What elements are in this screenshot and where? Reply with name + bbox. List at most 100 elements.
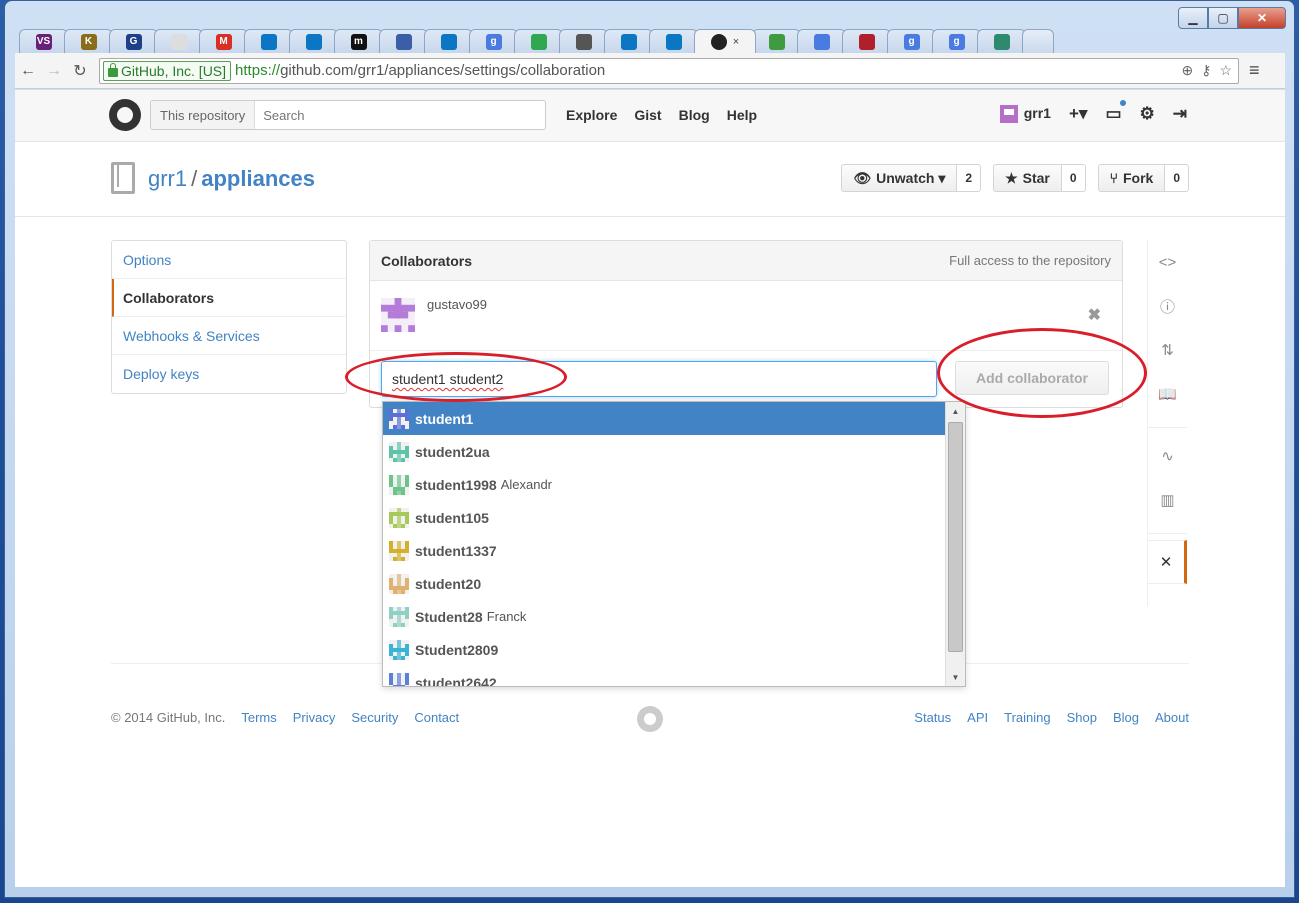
settings-menu-item-webhooks-services[interactable]: Webhooks & Services <box>112 317 346 355</box>
unwatch-button[interactable]: 👁 Unwatch ▾ <box>841 164 958 192</box>
repo-separator: / <box>191 166 198 191</box>
suggestion-item[interactable]: student2642 <box>383 666 945 686</box>
add-collaborator-button[interactable]: Add collaborator <box>955 361 1109 395</box>
footer-training[interactable]: Training <box>1004 710 1050 725</box>
settings-menu-item-options[interactable]: Options <box>112 241 346 279</box>
nav-blog[interactable]: Blog <box>679 107 710 123</box>
footer-terms[interactable]: Terms <box>241 710 276 725</box>
browser-tab[interactable]: g <box>469 29 518 53</box>
footer-about[interactable]: About <box>1155 710 1189 725</box>
star-button[interactable]: ★ Star <box>993 164 1062 192</box>
pulse-icon[interactable]: ∿ <box>1148 434 1187 478</box>
scroll-up-icon[interactable]: ▲ <box>946 402 965 420</box>
search-input[interactable] <box>255 107 516 123</box>
site-search[interactable]: This repository <box>150 100 546 130</box>
browser-tab[interactable] <box>842 29 891 53</box>
scroll-down-icon[interactable]: ▼ <box>946 668 965 686</box>
suggestion-item[interactable]: student105 <box>383 501 945 534</box>
footer-blog[interactable]: Blog <box>1113 710 1139 725</box>
suggestion-item[interactable]: student1998 Alexandr <box>383 468 945 501</box>
code-icon[interactable]: <> <box>1148 240 1187 284</box>
dropdown-scrollbar[interactable]: ▲ ▼ <box>945 402 965 686</box>
repo-name-link[interactable]: appliances <box>201 166 315 191</box>
settings-menu-item-collaborators[interactable]: Collaborators <box>112 279 346 317</box>
back-icon[interactable]: ← <box>15 62 41 80</box>
suggestion-item[interactable]: student1337 <box>383 534 945 567</box>
page-icon <box>170 33 187 50</box>
footer-privacy[interactable]: Privacy <box>293 710 336 725</box>
forks-count[interactable]: 0 <box>1165 164 1189 192</box>
address-bar[interactable]: GitHub, Inc. [US] https:// github.com/gr… <box>99 57 1239 84</box>
issues-icon[interactable]: ⓘ <box>1148 284 1187 328</box>
footer-status[interactable]: Status <box>914 710 951 725</box>
sign-out-icon[interactable]: ⇥ <box>1173 104 1187 124</box>
gear-icon[interactable]: ⚙ <box>1140 104 1155 124</box>
bookmark-star-icon[interactable]: ☆ <box>1219 62 1232 79</box>
browser-tab[interactable] <box>154 29 203 53</box>
browser-tab[interactable]: g <box>887 29 936 53</box>
dell-icon <box>260 33 277 50</box>
browser-tab[interactable]: g <box>932 29 981 53</box>
browser-tab[interactable] <box>752 29 801 53</box>
suggestion-item[interactable]: Student28 Franck <box>383 600 945 633</box>
notifications-icon[interactable]: ▭ <box>1105 98 1128 124</box>
browser-tab[interactable] <box>289 29 338 53</box>
nav-gist[interactable]: Gist <box>634 107 661 123</box>
browser-tab[interactable] <box>977 29 1026 53</box>
browser-tab[interactable] <box>604 29 653 53</box>
nav-help[interactable]: Help <box>727 107 757 123</box>
suggestion-item[interactable]: student20 <box>383 567 945 600</box>
github-page: This repository Explore Gist Blog Help g… <box>15 90 1285 887</box>
collaborator-name[interactable]: gustavo99 <box>427 297 487 312</box>
footer-shop[interactable]: Shop <box>1067 710 1097 725</box>
reload-icon[interactable]: ↻ <box>67 61 93 81</box>
avatar <box>389 672 409 686</box>
browser-tab[interactable] <box>649 29 698 53</box>
browser-tab-active[interactable]: × <box>694 29 756 53</box>
footer-octocat-icon[interactable] <box>637 706 663 732</box>
browser-tab[interactable]: M <box>199 29 248 53</box>
pull-requests-icon[interactable]: ⇅ <box>1148 328 1187 372</box>
key-icon[interactable]: ⚷ <box>1201 62 1211 79</box>
browser-tab[interactable] <box>244 29 293 53</box>
remove-collaborator-icon[interactable]: ✖ <box>1088 305 1101 325</box>
browser-tab[interactable]: VS <box>19 29 68 53</box>
repo-owner-link[interactable]: grr1 <box>148 166 187 191</box>
scroll-thumb[interactable] <box>948 422 963 652</box>
browser-tab[interactable]: K <box>64 29 113 53</box>
browser-tab[interactable]: G <box>109 29 158 53</box>
watchers-count[interactable]: 2 <box>957 164 982 192</box>
collaborator-search-input[interactable]: student1 student2 <box>381 361 937 397</box>
settings-tools-icon[interactable]: ✕ <box>1148 540 1187 584</box>
browser-tab[interactable] <box>797 29 846 53</box>
close-tab-icon[interactable]: × <box>733 36 739 48</box>
fork-button[interactable]: ⑂ Fork <box>1097 164 1166 192</box>
browser-tab[interactable] <box>514 29 563 53</box>
suggestion-item[interactable]: student1 <box>383 402 945 435</box>
nav-explore[interactable]: Explore <box>566 107 617 123</box>
footer-security[interactable]: Security <box>351 710 398 725</box>
footer-contact[interactable]: Contact <box>414 710 459 725</box>
suggestion-item[interactable]: Student2809 <box>383 633 945 666</box>
browser-tab[interactable]: m <box>334 29 383 53</box>
new-tab-button[interactable] <box>1022 29 1054 53</box>
footer-api[interactable]: API <box>967 710 988 725</box>
settings-menu-item-deploy-keys[interactable]: Deploy keys <box>112 355 346 393</box>
browser-tab[interactable] <box>424 29 473 53</box>
user-profile-link[interactable]: grr1 <box>999 105 1051 124</box>
close-window-button[interactable]: ✕ <box>1238 7 1286 29</box>
create-new-icon[interactable]: +▾ <box>1069 104 1087 124</box>
forward-icon[interactable]: → <box>41 62 67 80</box>
suggestion-item[interactable]: student2ua <box>383 435 945 468</box>
browser-tab[interactable] <box>559 29 608 53</box>
wiki-icon[interactable]: 📖 <box>1148 372 1187 416</box>
ev-certificate-badge[interactable]: GitHub, Inc. [US] <box>103 60 232 81</box>
graphs-icon[interactable]: ▥ <box>1148 478 1187 522</box>
maximize-button[interactable]: ▢ <box>1208 7 1238 29</box>
stargazers-count[interactable]: 0 <box>1061 164 1086 192</box>
minimize-button[interactable]: ▁ <box>1178 7 1208 29</box>
zoom-icon[interactable]: ⊕ <box>1181 62 1193 79</box>
github-logo-icon[interactable] <box>109 99 141 131</box>
browser-menu-icon[interactable]: ≡ <box>1249 60 1260 81</box>
browser-tab[interactable] <box>379 29 428 53</box>
